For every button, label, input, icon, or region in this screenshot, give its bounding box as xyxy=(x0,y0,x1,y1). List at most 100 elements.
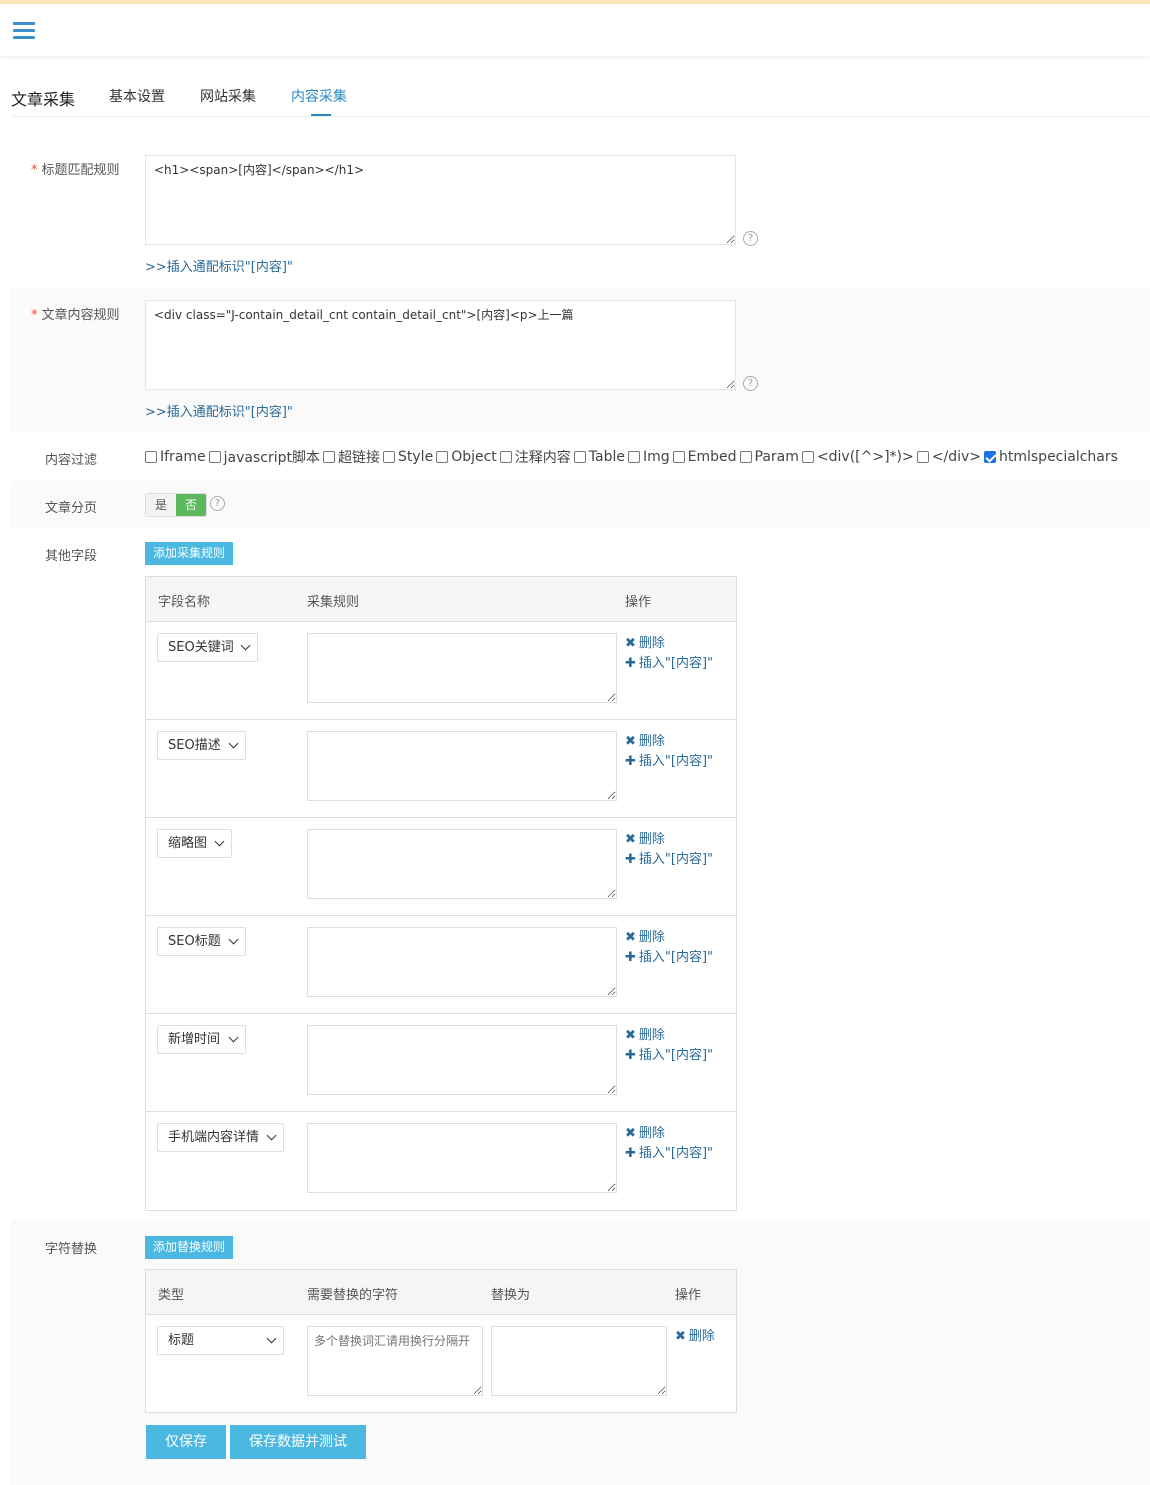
save-and-test-button[interactable]: 保存数据并测试 xyxy=(230,1425,366,1459)
table-header: 类型 需要替换的字符 替换为 操作 xyxy=(146,1270,736,1315)
filter-option[interactable]: <div([^>]*)> xyxy=(801,449,914,465)
table-row: SEO关键词 ✖ 删除 ✚ 插入"[内容]" xyxy=(146,622,736,720)
chevron-down-icon xyxy=(240,640,251,651)
content-rule-textarea[interactable] xyxy=(145,300,736,390)
filter-option[interactable]: Style xyxy=(383,449,433,465)
filter-option[interactable]: Table xyxy=(573,449,625,465)
insert-label: 插入"[内容]" xyxy=(638,656,714,671)
filter-checkbox[interactable] xyxy=(628,451,640,463)
insert-wildcard-button[interactable]: ✚ 插入"[内容]" xyxy=(625,1144,713,1164)
close-icon: ✖ xyxy=(625,930,636,945)
replace-target-input[interactable] xyxy=(491,1326,667,1396)
collect-rule-input[interactable] xyxy=(307,829,617,899)
column-header: 字段名称 xyxy=(158,595,211,610)
save-only-button[interactable]: 仅保存 xyxy=(146,1425,226,1459)
filter-checkbox[interactable] xyxy=(383,451,396,463)
row-operations: ✖ 删除 ✚ 插入"[内容]" xyxy=(625,732,713,772)
add-replace-rule-button[interactable]: 添加替换规则 xyxy=(145,1236,234,1259)
field-name-select[interactable]: 新增时间 xyxy=(157,1025,246,1054)
filter-checkbox[interactable] xyxy=(739,451,752,463)
delete-button[interactable]: ✖ 删除 xyxy=(675,1327,715,1347)
collect-rule-input[interactable] xyxy=(307,1025,617,1095)
filter-option[interactable]: Object xyxy=(436,449,497,465)
delete-label: 删除 xyxy=(638,1126,665,1141)
filter-checkbox[interactable] xyxy=(208,451,221,463)
delete-button[interactable]: ✖ 删除 xyxy=(625,1124,713,1144)
paging-yes-option[interactable]: 是 xyxy=(146,494,176,516)
paging-no-option[interactable]: 否 xyxy=(176,494,206,516)
collect-rule-input[interactable] xyxy=(307,633,617,703)
collect-rule-input[interactable] xyxy=(307,731,617,801)
paging-toggle[interactable]: 是 否 xyxy=(145,493,207,517)
content-filter-options: Iframe javascript脚本 超链接 Style Object 注释内容 Tabl… xyxy=(145,447,1121,467)
filter-option-label: Param xyxy=(754,449,799,465)
filter-checkbox[interactable] xyxy=(323,451,336,463)
insert-label: 插入"[内容]" xyxy=(638,852,714,867)
title-rule-textarea[interactable] xyxy=(145,155,736,245)
replace-source-input[interactable] xyxy=(307,1326,483,1396)
close-icon: ✖ xyxy=(625,636,636,651)
column-header: 操作 xyxy=(625,595,652,610)
help-icon[interactable]: ? xyxy=(743,231,758,246)
tab-website-collect[interactable]: 网站采集 xyxy=(200,86,256,106)
filter-option[interactable]: 超链接 xyxy=(323,447,380,467)
add-collect-rule-button[interactable]: 添加采集规则 xyxy=(145,542,234,565)
insert-wildcard-button[interactable]: ✚ 插入"[内容]" xyxy=(625,948,713,968)
delete-label: 删除 xyxy=(638,734,665,749)
filter-option[interactable]: Img xyxy=(628,449,670,465)
tab-content-collect[interactable]: 内容采集 xyxy=(291,86,347,106)
insert-wildcard-button[interactable]: ✚ 插入"[内容]" xyxy=(625,752,713,772)
insert-wildcard-button[interactable]: ✚ 插入"[内容]" xyxy=(625,850,713,870)
field-name-select[interactable]: SEO标题 xyxy=(157,927,246,956)
field-name-select[interactable]: SEO描述 xyxy=(157,731,246,760)
collect-rule-input[interactable] xyxy=(307,1123,617,1193)
plus-icon: ✚ xyxy=(625,950,636,965)
filter-option[interactable]: Embed xyxy=(672,449,737,465)
chevron-down-icon xyxy=(214,836,225,847)
delete-button[interactable]: ✖ 删除 xyxy=(625,1026,713,1046)
filter-option[interactable]: Param xyxy=(739,449,799,465)
hamburger-menu-icon[interactable] xyxy=(13,22,35,40)
plus-icon: ✚ xyxy=(625,1146,636,1161)
replace-type-select[interactable]: 标题 xyxy=(157,1326,284,1355)
collect-rule-input[interactable] xyxy=(307,927,617,997)
field-name-select[interactable]: 缩略图 xyxy=(157,829,232,858)
plus-icon: ✚ xyxy=(625,656,636,671)
field-name-value: 新增时间 xyxy=(168,1032,221,1047)
chevron-down-icon xyxy=(266,1130,277,1141)
filter-option-label: 注释内容 xyxy=(514,450,571,466)
insert-wildcard-button[interactable]: ✚ 插入"[内容]" xyxy=(625,1046,713,1066)
delete-button[interactable]: ✖ 删除 xyxy=(625,732,713,752)
table-row: 新增时间 ✖ 删除 ✚ 插入"[内容]" xyxy=(146,1014,736,1112)
filter-option[interactable]: 注释内容 xyxy=(499,447,571,467)
tab-basic-settings[interactable]: 基本设置 xyxy=(109,86,165,106)
plus-icon: ✚ xyxy=(625,852,636,867)
other-fields-table: 字段名称 采集规则 操作 SEO关键词 ✖ 删除 ✚ 插入"[内容]" SEO描述 ✖ 删除 ✚… xyxy=(145,576,737,1211)
insert-wildcard-button[interactable]: ✚ 插入"[内容]" xyxy=(625,654,713,674)
filter-checkbox[interactable] xyxy=(916,451,929,463)
filter-option[interactable]: Iframe xyxy=(145,449,206,465)
insert-wildcard-link[interactable]: >>插入通配标识"[内容]" xyxy=(145,401,293,420)
filter-checkbox[interactable] xyxy=(984,451,996,463)
delete-button[interactable]: ✖ 删除 xyxy=(625,830,713,850)
field-name-value: 手机端内容详情 xyxy=(168,1130,260,1145)
filter-checkbox[interactable] xyxy=(436,451,449,463)
filter-checkbox[interactable] xyxy=(573,451,586,463)
filter-checkbox[interactable] xyxy=(801,451,814,463)
field-name-select[interactable]: 手机端内容详情 xyxy=(157,1123,284,1152)
filter-checkbox[interactable] xyxy=(499,451,512,463)
help-icon[interactable]: ? xyxy=(210,496,225,511)
filter-checkbox[interactable] xyxy=(145,451,157,463)
table-row: SEO标题 ✖ 删除 ✚ 插入"[内容]" xyxy=(146,916,736,1014)
filter-option[interactable]: htmlspecialchars xyxy=(984,449,1118,465)
help-icon[interactable]: ? xyxy=(743,376,758,391)
filter-option[interactable]: </div> xyxy=(916,449,981,465)
filter-option[interactable]: javascript脚本 xyxy=(208,447,320,467)
filter-checkbox[interactable] xyxy=(672,451,685,463)
delete-button[interactable]: ✖ 删除 xyxy=(625,928,713,948)
delete-label: 删除 xyxy=(638,930,665,945)
delete-button[interactable]: ✖ 删除 xyxy=(625,634,713,654)
table-row: 标题 ✖删除 xyxy=(146,1315,736,1412)
field-name-select[interactable]: SEO关键词 xyxy=(157,633,258,662)
insert-wildcard-link[interactable]: >>插入通配标识"[内容]" xyxy=(145,256,293,275)
